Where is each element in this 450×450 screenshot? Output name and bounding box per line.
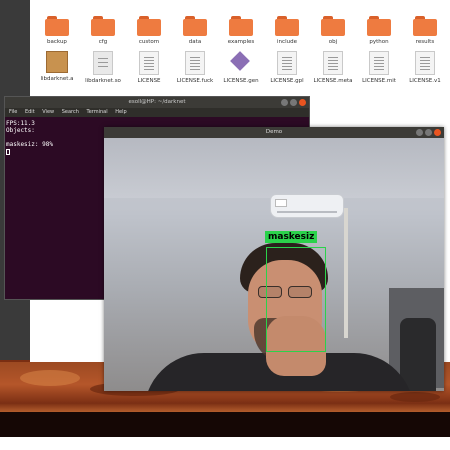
- file-item[interactable]: LICENSE.gpl: [264, 51, 310, 84]
- text-file-icon: [277, 51, 297, 75]
- menu-view[interactable]: View: [42, 109, 54, 115]
- folder-icon: [275, 14, 299, 36]
- terminal-menubar: File Edit View Search Terminal Help: [5, 108, 309, 117]
- folder-item[interactable]: include: [264, 14, 310, 45]
- terminal-line: FPS:11.3: [6, 120, 35, 127]
- menu-help[interactable]: Help: [115, 109, 126, 115]
- detection-label: maskesiz: [265, 231, 318, 243]
- file-label: libdarknet.a: [40, 76, 74, 82]
- folder-item[interactable]: custom: [126, 14, 172, 45]
- desktop: backup cfg custom data examples include: [0, 0, 450, 437]
- text-file-icon: [415, 51, 435, 75]
- menu-edit[interactable]: Edit: [25, 109, 35, 115]
- file-label: LICENSE.mit: [362, 78, 396, 84]
- text-file-icon: [139, 51, 159, 75]
- file-label: python: [369, 39, 389, 45]
- file-label: LICENSE.v1: [409, 78, 441, 84]
- file-item[interactable]: libdarknet.a: [34, 51, 80, 84]
- file-label: LICENSE.fuck: [176, 78, 214, 84]
- file-label: libdarknet.so: [85, 78, 121, 84]
- text-file-icon: [369, 51, 389, 75]
- folder-icon: [91, 14, 115, 36]
- text-file-icon: [323, 51, 343, 75]
- text-file-icon: [185, 51, 205, 75]
- folder-item[interactable]: results: [402, 14, 448, 45]
- maximize-icon[interactable]: [425, 129, 432, 136]
- demo-window[interactable]: Demo maskesiz: [104, 127, 444, 391]
- minimize-icon[interactable]: [281, 99, 288, 106]
- menu-search[interactable]: Search: [62, 109, 79, 115]
- folder-icon: [321, 14, 345, 36]
- file-label: obj: [328, 39, 338, 45]
- camera-feed: maskesiz: [104, 138, 444, 391]
- file-item[interactable]: LICENSE: [126, 51, 172, 84]
- file-label: cfg: [98, 39, 108, 45]
- file-label: include: [277, 39, 297, 45]
- file-label: LICENSE.gpl: [270, 78, 304, 84]
- close-icon[interactable]: [434, 129, 441, 136]
- file-label: data: [188, 39, 202, 45]
- menu-terminal[interactable]: Terminal: [87, 109, 108, 115]
- folder-item[interactable]: examples: [218, 14, 264, 45]
- file-item[interactable]: LICENSE.gen: [218, 51, 264, 84]
- file-label: results: [415, 39, 435, 45]
- detection-box: [266, 247, 326, 352]
- gem-file-icon: [230, 51, 251, 75]
- archive-icon: [46, 51, 68, 73]
- file-item[interactable]: LICENSE.v1: [402, 51, 448, 84]
- file-grid: backup cfg custom data examples include: [34, 14, 450, 84]
- folder-item[interactable]: data: [172, 14, 218, 45]
- folder-item[interactable]: obj: [310, 14, 356, 45]
- file-label: LICENSE.meta: [313, 78, 353, 84]
- terminal-titlebar[interactable]: esoll@HP: ~/darknet: [5, 97, 309, 108]
- file-label: examples: [227, 39, 255, 45]
- file-item[interactable]: LICENSE.fuck: [172, 51, 218, 84]
- bottom-margin: [0, 437, 450, 450]
- file-label: LICENSE: [137, 78, 161, 84]
- folder-item[interactable]: python: [356, 14, 402, 45]
- folder-icon: [229, 14, 253, 36]
- close-icon[interactable]: [299, 99, 306, 106]
- folder-item[interactable]: backup: [34, 14, 80, 45]
- demo-titlebar[interactable]: Demo: [104, 127, 444, 138]
- folder-icon: [367, 14, 391, 36]
- demo-title: Demo: [265, 129, 283, 135]
- air-conditioner: [270, 194, 344, 218]
- library-file-icon: [93, 51, 113, 75]
- file-item[interactable]: libdarknet.so: [80, 51, 126, 84]
- file-label: LICENSE.gen: [223, 78, 259, 84]
- menu-file[interactable]: File: [9, 109, 17, 115]
- maximize-icon[interactable]: [290, 99, 297, 106]
- wallpaper-shadow: [0, 412, 450, 437]
- folder-icon: [413, 14, 437, 36]
- folder-icon: [45, 14, 69, 36]
- terminal-cursor: [6, 148, 10, 155]
- file-label: backup: [47, 39, 67, 45]
- file-item[interactable]: LICENSE.mit: [356, 51, 402, 84]
- folder-icon: [137, 14, 161, 36]
- minimize-icon[interactable]: [416, 129, 423, 136]
- folder-item[interactable]: cfg: [80, 14, 126, 45]
- file-label: custom: [138, 39, 160, 45]
- file-item[interactable]: LICENSE.meta: [310, 51, 356, 84]
- folder-icon: [183, 14, 207, 36]
- terminal-title: esoll@HP: ~/darknet: [128, 99, 186, 105]
